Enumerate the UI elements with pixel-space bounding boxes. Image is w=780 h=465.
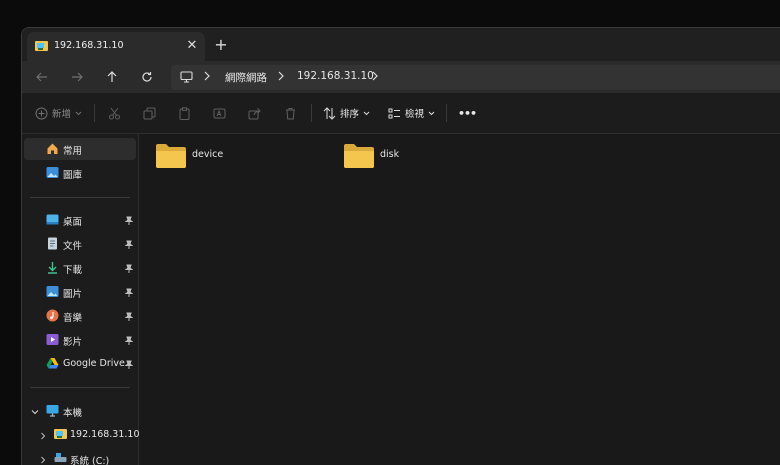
file-explorer-window: 192.168.31.10 ✕ + 網際網路 192.168.31.10 新增 …	[21, 27, 780, 465]
sidebar-item-downloads[interactable]: 下載	[24, 257, 136, 279]
download-icon	[46, 261, 59, 277]
new-tab-button[interactable]: +	[212, 36, 230, 54]
pin-icon[interactable]	[124, 263, 134, 276]
delete-button[interactable]	[284, 103, 297, 123]
pin-icon[interactable]	[124, 215, 134, 228]
sidebar-item-desktop[interactable]: 桌面	[24, 209, 136, 231]
cut-button[interactable]	[108, 103, 121, 123]
refresh-icon	[142, 72, 152, 82]
rename-icon	[213, 108, 226, 118]
tab-network-host[interactable]: 192.168.31.10 ✕	[27, 32, 205, 61]
chevron-right-icon[interactable]	[203, 71, 211, 84]
sidebar-item-videos[interactable]: 影片	[24, 329, 136, 351]
view-button[interactable]: 檢視	[388, 103, 435, 123]
gallery-icon	[46, 166, 59, 182]
chevron-down-icon	[75, 111, 82, 115]
share-icon	[248, 107, 261, 119]
sidebar-item-system-drive[interactable]: 系統 (C:)	[24, 448, 136, 465]
back-button[interactable]	[31, 66, 53, 88]
network-folder-icon	[54, 428, 67, 443]
folder-item-device[interactable]: device	[155, 143, 223, 173]
arrow-up-icon	[107, 71, 117, 82]
chevron-down-icon	[363, 111, 370, 115]
music-icon	[46, 309, 59, 325]
paste-button[interactable]	[178, 103, 191, 123]
folder-icon	[155, 144, 187, 172]
computer-icon	[46, 404, 59, 420]
sidebar-item-google-drive[interactable]: Google Drive (I	[24, 353, 136, 375]
trash-icon	[286, 107, 295, 119]
plus-circle-icon	[35, 107, 48, 119]
new-button[interactable]: 新增	[35, 103, 82, 123]
refresh-button[interactable]	[136, 66, 158, 88]
arrow-right-icon	[72, 72, 83, 82]
up-button[interactable]	[101, 66, 123, 88]
more-options-button[interactable]: •••	[458, 103, 477, 123]
breadcrumb-host[interactable]: 192.168.31.10	[297, 70, 374, 82]
folder-icon	[343, 144, 375, 172]
file-list: device disk	[139, 134, 780, 465]
breadcrumb-network[interactable]: 網際網路	[225, 70, 267, 85]
sidebar-item-documents[interactable]: 文件	[24, 233, 136, 255]
copy-icon	[143, 107, 156, 119]
navigation-pane: 常用 圖庫 桌面 文件 下載 圖片 音樂 影片 Google Drive 本機 …	[22, 134, 140, 465]
sort-button[interactable]: 排序	[323, 103, 370, 123]
tab-title: 192.168.31.10	[54, 40, 124, 51]
sidebar-item-network-host[interactable]: 192.168.31.10	[24, 424, 140, 446]
chevron-right-icon[interactable]	[371, 71, 379, 84]
copy-button[interactable]	[143, 103, 156, 123]
arrow-left-icon	[36, 72, 47, 82]
rename-button[interactable]	[213, 103, 226, 123]
pin-icon[interactable]	[124, 287, 134, 300]
document-icon	[46, 237, 59, 253]
folder-item-disk[interactable]: disk	[343, 143, 399, 173]
sidebar-item-this-pc[interactable]: 本機	[24, 400, 136, 422]
chevron-down-icon	[428, 111, 435, 115]
command-bar: 新增 排序 檢視 •••	[22, 93, 780, 134]
sort-icon	[323, 106, 336, 120]
home-icon	[46, 142, 59, 158]
sidebar-item-music[interactable]: 音樂	[24, 305, 136, 327]
address-bar[interactable]: 網際網路 192.168.31.10	[171, 65, 780, 90]
view-list-icon	[388, 108, 400, 118]
sidebar-item-home[interactable]: 常用	[24, 138, 136, 160]
sidebar-item-gallery[interactable]: 圖庫	[24, 162, 136, 184]
drive-icon	[54, 452, 67, 465]
pin-icon[interactable]	[124, 335, 134, 348]
pictures-icon	[46, 285, 59, 301]
chevron-right-icon[interactable]	[39, 430, 47, 443]
share-button[interactable]	[248, 103, 261, 123]
chevron-right-icon[interactable]	[39, 454, 47, 465]
title-bar: 192.168.31.10 ✕ +	[22, 28, 780, 61]
google-drive-icon	[46, 357, 59, 373]
network-folder-icon	[35, 40, 48, 55]
close-tab-icon[interactable]: ✕	[183, 37, 201, 55]
sidebar-item-pictures[interactable]: 圖片	[24, 281, 136, 303]
chevron-down-icon[interactable]	[31, 406, 39, 419]
navigation-bar: 網際網路 192.168.31.10	[22, 61, 780, 93]
forward-button[interactable]	[66, 66, 88, 88]
pin-icon[interactable]	[124, 239, 134, 252]
video-icon	[46, 333, 59, 349]
pin-icon[interactable]	[124, 359, 134, 372]
pin-icon[interactable]	[124, 311, 134, 324]
scissors-icon	[109, 107, 120, 119]
desktop-icon	[46, 213, 59, 229]
monitor-icon	[180, 71, 193, 86]
clipboard-icon	[179, 106, 190, 120]
chevron-right-icon[interactable]	[277, 71, 285, 84]
